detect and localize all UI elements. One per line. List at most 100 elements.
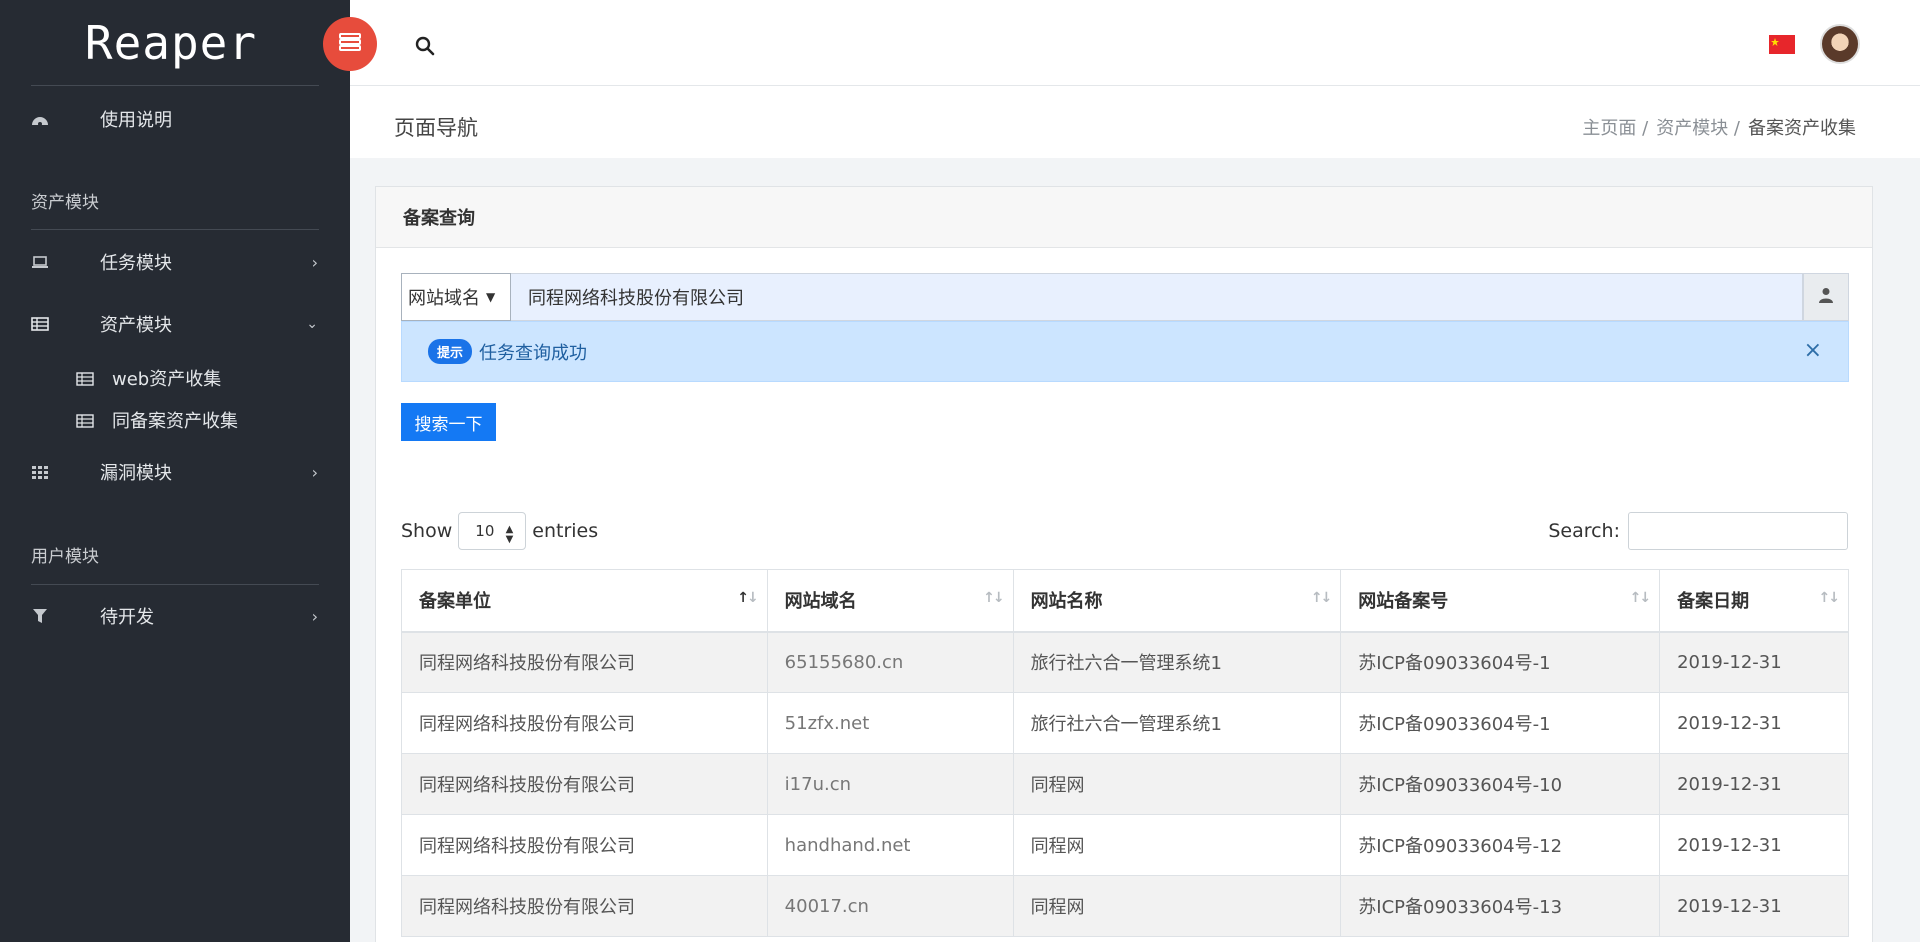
table-row: 同程网络科技股份有限公司 51zfx.net 旅行社六合一管理系统1 苏ICP备… [401,692,1849,754]
sort-icon: ↑↓ [983,590,1005,606]
page-length-select[interactable]: 10 ▲ ▼ [458,512,527,550]
chevron-right-icon: › [311,462,318,482]
cell-unit: 同程网络科技股份有限公司 [401,753,768,815]
cell-domain: handhand.net [766,814,1014,876]
sidebar-item-task-module[interactable]: 任务模块 › [0,240,350,284]
chevron-down-icon: ⌄ [306,316,318,332]
sidebar-divider [31,229,319,230]
filter-icon [30,608,50,624]
cell-domain: i17u.cn [766,753,1014,815]
alert-text: 任务查询成功 [479,342,588,364]
column-label: 备案日期 [1677,591,1750,613]
icp-query-card: 备案查询 网站域名 ▼ 同程网络科技股份有限公司 提示 任务查询成功 × 搜索一… [375,186,1873,942]
cell-unit: 同程网络科技股份有限公司 [401,631,768,693]
column-label: 网站名称 [1030,591,1103,613]
cell-site-name: 旅行社六合一管理系统1 [1012,631,1342,693]
cell-unit: 同程网络科技股份有限公司 [401,814,768,876]
sidebar-item-label: 资产模块 [100,315,172,336]
sort-icon: ↑↓ [1310,590,1333,606]
table-header-row: 备案单位 ↑↓ 网站域名 ↑↓ 网站名称 ↑↓ 网站备案号 ↑↓ 备案日期 ↑↓ [401,569,1849,633]
query-user-button[interactable] [1803,273,1849,321]
page-title: 页面导航 [394,116,478,140]
chevron-right-icon: › [311,606,318,626]
query-input[interactable]: 同程网络科技股份有限公司 [511,273,1803,321]
card-title: 备案查询 [376,187,1872,248]
sidebar-subitem-web-assets[interactable]: web资产收集 [0,360,350,396]
grid-icon [30,464,50,480]
top-bar [350,0,1920,86]
cell-date: 2019-12-31 [1659,753,1849,815]
column-label: 网站备案号 [1358,591,1449,613]
cell-domain: 40017.cn [766,875,1014,937]
table-search-label: Search: [1548,520,1620,542]
brand-logo[interactable]: Reaper [31,0,319,86]
show-label: Show [401,520,453,542]
page-length-control: Show 10 ▲ ▼ entries [401,512,598,550]
table-search-input[interactable] [1628,512,1848,550]
cell-icp-number: 苏ICP备09033604号-1 [1340,631,1661,693]
column-header-domain[interactable]: 网站域名 ↑↓ [766,569,1014,633]
table-row: 同程网络科技股份有限公司 handhand.net 同程网 苏ICP备09033… [401,814,1849,876]
cell-site-name: 同程网 [1012,875,1342,937]
caret-down-icon: ▼ [486,290,496,304]
sidebar-subitem-label: 同备案资产收集 [112,411,238,432]
sidebar-item-label: 任务模块 [100,253,172,274]
table-icon [76,412,94,428]
search-button[interactable]: 搜索一下 [401,403,496,441]
sidebar-item-label: 漏洞模块 [100,463,172,484]
success-alert: 提示 任务查询成功 × [401,321,1849,382]
cell-icp-number: 苏ICP备09033604号-13 [1340,875,1661,937]
query-input-value: 同程网络科技股份有限公司 [528,288,744,309]
sidebar-divider [31,584,319,585]
user-avatar[interactable] [1820,24,1860,64]
cell-date: 2019-12-31 [1659,631,1849,693]
table-row: 同程网络科技股份有限公司 i17u.cn 同程网 苏ICP备09033604号-… [401,753,1849,815]
column-label: 备案单位 [419,591,491,613]
cell-unit: 同程网络科技股份有限公司 [401,692,768,754]
column-label: 网站域名 [784,591,857,613]
cell-icp-number: 苏ICP备09033604号-12 [1340,814,1661,876]
column-header-date[interactable]: 备案日期 ↑↓ [1659,569,1849,633]
table-search-control: Search: [1548,512,1848,550]
table-icon [30,316,50,332]
sidebar-item-vuln-module[interactable]: 漏洞模块 › [0,450,350,494]
dashboard-icon [30,111,50,127]
breadcrumb: 主页面 / 资产模块 / 备案资产收集 [1582,114,1856,140]
column-header-site-name[interactable]: 网站名称 ↑↓ [1012,569,1342,633]
sidebar-item-usage[interactable]: 使用说明 [0,97,350,141]
breadcrumb-current: 备案资产收集 [1748,118,1856,139]
cell-site-name: 同程网 [1012,753,1342,815]
breadcrumb-home[interactable]: 主页面 / [1582,114,1648,140]
column-header-icp-number[interactable]: 网站备案号 ↑↓ [1340,569,1661,633]
sidebar-section-users: 用户模块 [31,547,99,567]
alert-close-button[interactable]: × [1804,338,1822,363]
cell-date: 2019-12-31 [1659,875,1849,937]
alert-badge: 提示 [428,339,473,364]
search-icon[interactable] [415,36,435,60]
sort-arrows-icon: ▲ ▼ [505,524,514,545]
sidebar-section-assets: 资产模块 [31,193,99,213]
table-icon [76,370,94,386]
query-type-value: 网站域名 [408,288,480,309]
sidebar-item-todo[interactable]: 待开发 › [0,594,350,638]
menu-icon [339,33,361,55]
cell-date: 2019-12-31 [1659,814,1849,876]
sidebar-item-asset-module[interactable]: 资产模块 ⌄ [0,302,350,346]
query-input-group: 网站域名 ▼ 同程网络科技股份有限公司 [401,273,1849,321]
sort-icon: ↑↓ [1818,590,1841,606]
query-type-select[interactable]: 网站域名 ▼ [401,273,511,321]
cell-domain: 51zfx.net [766,692,1014,754]
breadcrumb-asset-module[interactable]: 资产模块 / [1656,114,1740,140]
laptop-icon [30,254,50,270]
cell-icp-number: 苏ICP备09033604号-1 [1340,692,1661,754]
user-icon [1819,287,1833,307]
sidebar-subitem-icp-assets[interactable]: 同备案资产收集 [0,402,350,438]
china-flag-icon[interactable] [1769,35,1795,54]
sidebar-subitem-label: web资产收集 [112,369,222,390]
page-header: 页面导航 主页面 / 资产模块 / 备案资产收集 [350,86,1920,158]
sort-icon: ↑↓ [1629,590,1652,606]
chevron-right-icon: › [311,252,318,272]
sidebar-item-label: 使用说明 [100,110,172,131]
column-header-unit[interactable]: 备案单位 ↑↓ [401,569,768,633]
sidebar-toggle-button[interactable] [323,17,377,71]
